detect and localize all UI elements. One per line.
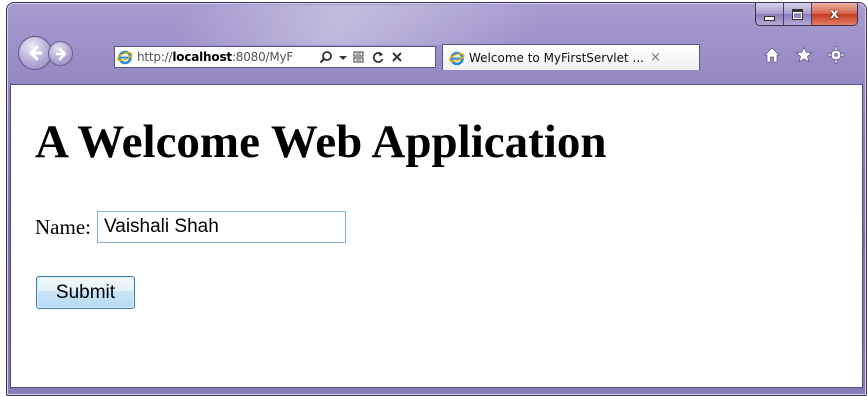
- caption-buttons: x: [755, 3, 858, 26]
- url-rest: :8080/MyF: [231, 50, 294, 64]
- browser-command-icons: [763, 46, 845, 64]
- dropdown-icon[interactable]: [339, 50, 347, 64]
- page-title: A Welcome Web Application: [35, 116, 607, 168]
- page-content: A Welcome Web Application Name: Submit: [10, 84, 863, 388]
- favorites-star-icon[interactable]: [795, 46, 813, 64]
- tab-ie-logo-icon: [449, 50, 465, 66]
- refresh-icon[interactable]: [371, 50, 385, 64]
- minimize-icon: [764, 15, 775, 21]
- address-bar[interactable]: http://localhost:8080/MyF: [114, 46, 436, 68]
- back-arrow-icon: [29, 45, 43, 61]
- tab-close-icon[interactable]: ×: [650, 50, 661, 65]
- compatibility-view-icon[interactable]: [353, 50, 365, 64]
- search-icon[interactable]: [319, 50, 333, 64]
- maximize-button[interactable]: [783, 3, 811, 25]
- forward-arrow-icon: [55, 47, 66, 60]
- tools-gear-icon[interactable]: [827, 46, 845, 64]
- minimize-button[interactable]: [756, 3, 783, 25]
- browser-tab[interactable]: Welcome to MyFirstServlet ... ×: [442, 44, 700, 70]
- forward-button[interactable]: [48, 41, 73, 66]
- back-button[interactable]: [18, 36, 52, 70]
- name-label: Name:: [35, 214, 91, 239]
- url-scheme: http://: [137, 50, 173, 64]
- name-row: Name:: [35, 211, 346, 243]
- submit-button[interactable]: Submit: [36, 276, 135, 309]
- url-host: localhost: [172, 50, 232, 64]
- close-window-button[interactable]: x: [811, 3, 857, 25]
- ie-logo-icon: [117, 49, 133, 65]
- close-icon: x: [830, 6, 839, 22]
- tab-title: Welcome to MyFirstServlet ...: [469, 50, 644, 65]
- glass-highlight: [167, 5, 547, 45]
- name-input[interactable]: [96, 211, 346, 243]
- home-icon[interactable]: [763, 46, 781, 64]
- maximize-icon: [792, 8, 803, 20]
- stop-icon[interactable]: [391, 50, 403, 64]
- url-text[interactable]: http://localhost:8080/MyF: [137, 50, 315, 64]
